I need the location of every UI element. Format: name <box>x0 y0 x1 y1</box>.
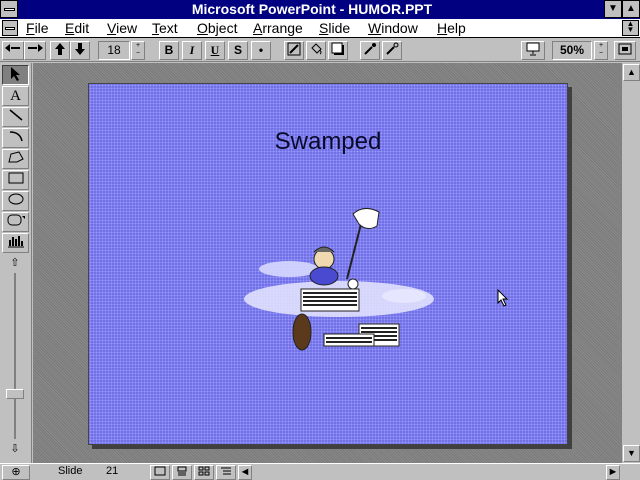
apply-style-icon[interactable] <box>382 41 402 60</box>
slide-workspace: Swamped <box>33 63 621 463</box>
scroll-down-button[interactable]: ▼ <box>623 445 640 462</box>
rectangle-tool-icon[interactable] <box>2 170 29 190</box>
arrow-pointer-icon <box>497 289 509 307</box>
slide-title[interactable]: Swamped <box>89 128 567 156</box>
bullet-button[interactable]: • <box>251 41 271 60</box>
menu-edit[interactable]: Edit <box>65 20 89 36</box>
menu-object[interactable]: Object <box>197 20 237 36</box>
ellipse-tool-icon[interactable] <box>2 191 29 211</box>
status-bar: ⊕ Slide 21 ◄ ► <box>0 463 640 480</box>
bold-button[interactable]: B <box>159 41 179 60</box>
line-style-icon[interactable] <box>284 41 304 60</box>
title-bar: Microsoft PowerPoint - HUMOR.PPT ▼ ▲ <box>0 0 640 19</box>
move-up-icon[interactable] <box>50 41 70 60</box>
scroll-thumb[interactable] <box>6 389 24 399</box>
zoom-spinner[interactable]: + − <box>594 41 608 60</box>
menu-text[interactable]: Text <box>152 20 178 36</box>
graph-tool-icon[interactable] <box>2 233 29 253</box>
slide-sorter-icon[interactable] <box>194 465 214 480</box>
menu-file[interactable]: File <box>26 20 49 36</box>
outline-view-icon[interactable] <box>216 465 236 480</box>
font-size-field[interactable]: 18 <box>98 41 130 60</box>
previous-next-slide-button[interactable]: ⊕ <box>2 465 30 480</box>
shapes-tool-icon[interactable] <box>2 212 29 232</box>
fit-to-window-icon[interactable] <box>614 41 636 60</box>
system-menu-button[interactable] <box>0 0 18 18</box>
slide-view-icon[interactable] <box>150 465 170 480</box>
minimize-button[interactable]: ▼ <box>604 0 622 18</box>
arc-tool-icon[interactable] <box>2 128 29 148</box>
drawing-tools-palette: A ⇧ ⇩ <box>0 63 32 463</box>
shadow-box-icon[interactable] <box>328 41 348 60</box>
fill-bucket-icon[interactable] <box>306 41 326 60</box>
slide-number: 21 <box>106 465 119 477</box>
swamped-clipart-image[interactable] <box>229 204 449 354</box>
italic-button[interactable]: I <box>182 41 202 60</box>
document-restore-button[interactable]: ▲ ▼ <box>622 20 639 36</box>
promote-icon[interactable] <box>2 41 24 60</box>
maximize-button[interactable]: ▲ <box>622 0 640 18</box>
font-size-spinner[interactable]: + − <box>131 41 145 60</box>
toolbar: 18 + − B I U S • 50% + − <box>0 39 640 62</box>
menu-arrange[interactable]: Arrange <box>253 20 303 36</box>
zoom-field[interactable]: 50% <box>552 41 592 60</box>
slide-label: Slide <box>58 465 83 477</box>
menu-window[interactable]: Window <box>368 20 418 36</box>
freeform-tool-icon[interactable] <box>2 149 29 169</box>
document-system-menu-button[interactable] <box>2 20 18 36</box>
move-down-icon[interactable] <box>70 41 90 60</box>
pick-up-style-icon[interactable] <box>360 41 380 60</box>
menu-bar: File Edit View Text Object Arrange Slide… <box>0 19 640 38</box>
horizontal-scroll-right-icon[interactable]: ► <box>606 465 620 480</box>
selection-arrow-icon[interactable] <box>2 65 29 85</box>
text-tool-icon[interactable]: A <box>2 86 29 106</box>
notes-view-icon[interactable] <box>172 465 192 480</box>
slide-sorter-scrollbar[interactable]: ⇧ ⇩ <box>6 255 24 459</box>
window-title: Microsoft PowerPoint - HUMOR.PPT <box>191 1 433 17</box>
shadow-button[interactable]: S <box>228 41 248 60</box>
menu-view[interactable]: View <box>107 20 137 36</box>
demote-icon[interactable] <box>24 41 46 60</box>
vertical-scrollbar[interactable]: ▲ ▼ <box>621 63 640 463</box>
line-tool-icon[interactable] <box>2 107 29 127</box>
slide-show-icon[interactable] <box>521 41 545 60</box>
menu-slide[interactable]: Slide <box>319 20 350 36</box>
underline-button[interactable]: U <box>205 41 225 60</box>
slide-canvas[interactable]: Swamped <box>88 83 568 445</box>
horizontal-scroll-left-icon[interactable]: ◄ <box>238 465 252 480</box>
scroll-down-arrow-icon[interactable]: ⇩ <box>7 441 23 457</box>
menu-help[interactable]: Help <box>437 20 466 36</box>
scroll-up-button[interactable]: ▲ <box>623 64 640 81</box>
scroll-up-arrow-icon[interactable]: ⇧ <box>7 255 23 271</box>
